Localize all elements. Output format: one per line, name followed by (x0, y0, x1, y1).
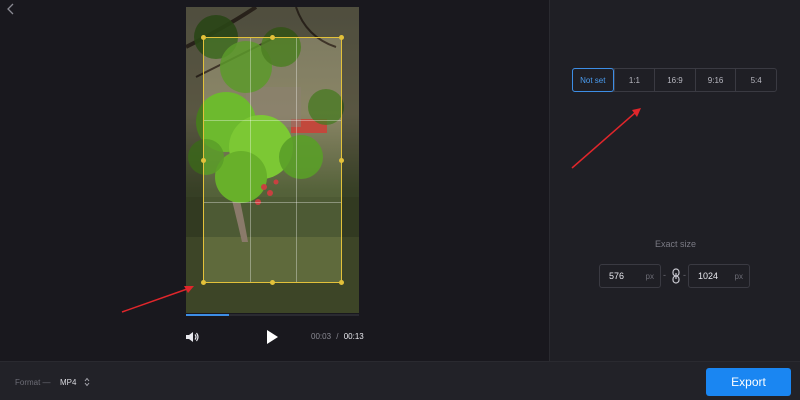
crop-grid-line (204, 202, 341, 203)
total-time: 00:13 (343, 332, 364, 341)
format-select[interactable]: MP4 (60, 376, 90, 388)
play-icon (267, 330, 278, 344)
crop-handle-right[interactable] (339, 158, 344, 163)
chevron-left-icon (7, 3, 14, 15)
exact-size-label: Exact size (654, 239, 696, 249)
video-progress-bar[interactable] (186, 314, 359, 316)
width-value: 576 (609, 271, 625, 281)
export-button[interactable]: Export (706, 368, 791, 396)
link-icon (672, 268, 680, 284)
crop-video-app: 00:03 / 00:13 Not set 1:1 16:9 9:16 5:4 … (0, 0, 800, 400)
time-separator: / (336, 332, 339, 341)
crop-handle-bottom-left[interactable] (201, 280, 206, 285)
crop-handle-bottom-right[interactable] (339, 280, 344, 285)
crop-grid-line (204, 120, 341, 121)
format-value: MP4 (60, 377, 77, 387)
crop-handle-top-left[interactable] (201, 35, 206, 40)
editor-area: 00:03 / 00:13 (0, 0, 549, 361)
crop-grid-line (296, 38, 297, 282)
crop-handle-top[interactable] (270, 35, 275, 40)
format-label: Format — (15, 378, 51, 387)
dash-separator: - (683, 270, 686, 280)
sort-arrows-icon (85, 377, 90, 387)
height-input[interactable]: 1024 px (688, 264, 750, 288)
play-button[interactable] (264, 328, 280, 346)
bottom-toolbar: Format — MP4 Export (0, 361, 800, 400)
width-unit: px (645, 272, 654, 281)
back-button[interactable] (4, 2, 18, 16)
video-progress-fill (186, 314, 230, 316)
ratio-9-16-button[interactable]: 9:16 (694, 69, 736, 91)
ratio-not-set-button[interactable]: Not set (572, 68, 614, 92)
width-input[interactable]: 576 px (599, 264, 661, 288)
crop-grid-line (250, 38, 251, 282)
current-time: 00:03 (311, 332, 332, 341)
crop-handle-left[interactable] (201, 158, 206, 163)
settings-panel: Not set 1:1 16:9 9:16 5:4 Exact size 576… (549, 0, 800, 361)
crop-frame[interactable] (201, 35, 344, 285)
ratio-16-9-button[interactable]: 16:9 (654, 69, 695, 91)
height-unit: px (734, 272, 743, 281)
dash-separator: - (663, 270, 666, 280)
crop-handle-top-right[interactable] (339, 35, 344, 40)
speaker-icon (186, 332, 199, 342)
crop-handle-bottom[interactable] (270, 280, 275, 285)
aspect-ratio-selector: Not set 1:1 16:9 9:16 5:4 (572, 68, 777, 92)
ratio-5-4-button[interactable]: 5:4 (735, 69, 776, 91)
time-display: 00:03 / 00:13 (311, 332, 364, 341)
ratio-1-1-button[interactable]: 1:1 (613, 69, 655, 91)
height-value: 1024 (698, 271, 719, 281)
volume-button[interactable] (184, 329, 200, 345)
aspect-lock-button[interactable] (671, 268, 681, 284)
